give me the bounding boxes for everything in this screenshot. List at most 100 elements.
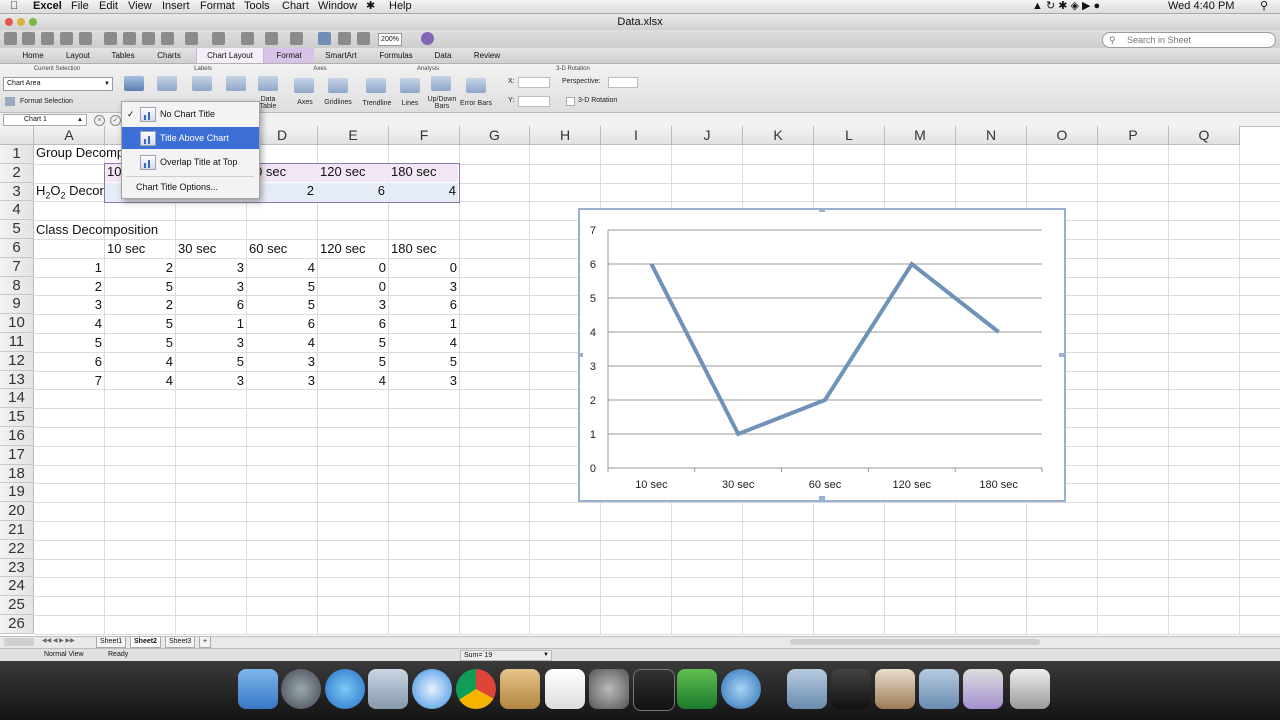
- table-cell[interactable]: 4: [105, 354, 173, 369]
- legend-button[interactable]: [192, 76, 212, 91]
- tab-review[interactable]: Review: [466, 48, 508, 63]
- script-menu-icon[interactable]: ✱: [366, 0, 375, 13]
- table-cell[interactable]: 1: [34, 260, 102, 275]
- row-header-16[interactable]: 16: [0, 427, 34, 446]
- launchpad-icon[interactable]: [281, 669, 321, 709]
- table-cell[interactable]: 4: [105, 373, 173, 388]
- zoom-icon[interactable]: [357, 32, 370, 45]
- sheet-tab-2[interactable]: Sheet2: [130, 637, 161, 648]
- chrome-icon[interactable]: [456, 669, 496, 709]
- column-header-n[interactable]: N: [956, 126, 1027, 145]
- header-cell-1[interactable]: 10 sec: [107, 241, 145, 256]
- column-header-m[interactable]: M: [885, 126, 956, 145]
- axes-label[interactable]: Axes: [294, 99, 316, 106]
- clock[interactable]: Wed 4:40 PM: [1168, 0, 1234, 13]
- media-icon[interactable]: [338, 32, 351, 45]
- menu-item-chart-title-options[interactable]: Chart Title Options...: [122, 177, 259, 197]
- table-cell[interactable]: 5: [105, 335, 173, 350]
- menu-item-no-chart-title[interactable]: ✓ No Chart Title: [122, 103, 259, 125]
- trendline-label[interactable]: Trendline: [360, 100, 394, 107]
- table-cell[interactable]: 0: [318, 279, 386, 294]
- data-labels-button[interactable]: [226, 76, 246, 91]
- table-cell[interactable]: 0: [318, 260, 386, 275]
- header-cell-4[interactable]: 120 sec: [320, 241, 366, 256]
- updown-bars-icon[interactable]: [431, 76, 451, 91]
- gallery-icon[interactable]: [22, 32, 35, 45]
- trash-icon[interactable]: [1010, 669, 1050, 709]
- new-icon[interactable]: [4, 32, 17, 45]
- menu-window[interactable]: Window: [318, 0, 357, 13]
- table-cell[interactable]: 6: [176, 297, 244, 312]
- table-cell[interactable]: 0: [389, 260, 457, 275]
- row-header-1[interactable]: 1: [0, 145, 34, 164]
- row-header-20[interactable]: 20: [0, 502, 34, 521]
- row-header-19[interactable]: 19: [0, 483, 34, 503]
- table-cell[interactable]: 5: [247, 297, 315, 312]
- calendar-icon[interactable]: [545, 669, 585, 709]
- table-cell[interactable]: 6: [34, 354, 102, 369]
- table-cell[interactable]: 3: [318, 297, 386, 312]
- column-header-f[interactable]: F: [389, 126, 460, 145]
- cancel-entry-icon[interactable]: ×: [94, 115, 105, 126]
- updown-bars-label[interactable]: Up/Down Bars: [425, 96, 459, 110]
- app-store-icon[interactable]: [325, 669, 365, 709]
- minimize-window-button[interactable]: [17, 18, 25, 26]
- row-header-18[interactable]: 18: [0, 464, 34, 484]
- column-header-l[interactable]: L: [814, 126, 885, 145]
- column-header-a[interactable]: A: [34, 126, 105, 145]
- table-cell[interactable]: 3: [176, 260, 244, 275]
- home-folder-icon[interactable]: [875, 669, 915, 709]
- tab-smartart[interactable]: SmartArt: [318, 48, 364, 63]
- column-header-p[interactable]: P: [1098, 126, 1169, 145]
- spotlight-icon[interactable]: ⚲: [1260, 0, 1268, 13]
- name-box[interactable]: Chart 1 ▲: [3, 114, 87, 126]
- cell-b2[interactable]: 10: [107, 164, 121, 179]
- menu-tools[interactable]: Tools: [244, 0, 270, 13]
- row-header-6[interactable]: 6: [0, 239, 34, 258]
- filter-icon[interactable]: [290, 32, 303, 45]
- error-bars-label[interactable]: Error Bars: [458, 100, 494, 107]
- search-sheet-input[interactable]: ⚲ Search in Sheet: [1102, 32, 1276, 48]
- rotation-x-input[interactable]: [518, 77, 550, 88]
- downloads-stack-icon[interactable]: [963, 669, 1003, 709]
- table-cell[interactable]: 3: [176, 335, 244, 350]
- gridlines-label[interactable]: Gridlines: [321, 99, 355, 106]
- paste-icon[interactable]: [142, 32, 155, 45]
- format-selection-icon[interactable]: [5, 97, 15, 106]
- tab-layout[interactable]: Layout: [60, 48, 96, 63]
- preview-icon[interactable]: [368, 669, 408, 709]
- zoom-window-button[interactable]: [29, 18, 37, 26]
- table-cell[interactable]: 5: [389, 354, 457, 369]
- contacts-icon[interactable]: [500, 669, 540, 709]
- view-mode[interactable]: Normal View: [44, 649, 84, 661]
- chart-title-button[interactable]: [124, 76, 144, 91]
- tab-chart-layout[interactable]: Chart Layout: [196, 48, 264, 63]
- quicktime-icon[interactable]: [721, 669, 761, 709]
- gridlines-icon[interactable]: [328, 78, 348, 93]
- table-cell[interactable]: 3: [247, 373, 315, 388]
- apple-menu-icon[interactable]: : [10, 0, 18, 13]
- menu-insert[interactable]: Insert: [162, 0, 190, 13]
- 3d-rotation-checkbox[interactable]: [566, 97, 575, 106]
- help-icon[interactable]: [421, 32, 434, 45]
- table-cell[interactable]: 5: [318, 354, 386, 369]
- select-all-corner[interactable]: [0, 126, 34, 145]
- row-header-5[interactable]: 5: [0, 220, 34, 239]
- table-cell[interactable]: 6: [247, 316, 315, 331]
- column-header-k[interactable]: K: [743, 126, 814, 145]
- cell-f2[interactable]: 180 sec: [391, 164, 437, 179]
- tab-charts[interactable]: Charts: [150, 48, 188, 63]
- print-icon[interactable]: [79, 32, 92, 45]
- rotation-y-input[interactable]: [518, 96, 550, 107]
- view-toggle-icons[interactable]: [4, 638, 34, 646]
- menu-item-overlap-title[interactable]: Overlap Title at Top: [122, 151, 259, 173]
- row-header-26[interactable]: 26: [0, 615, 34, 634]
- table-cell[interactable]: 3: [389, 373, 457, 388]
- column-header-o[interactable]: O: [1027, 126, 1098, 145]
- cell-a5[interactable]: Class Decomposition: [36, 222, 158, 237]
- cell-e3[interactable]: 6: [318, 183, 385, 198]
- line-chart[interactable]: 0 1 2 3 4 5 6 7 10 sec 30 sec 60 sec 120 sec 180 sec: [578, 208, 1066, 502]
- row-header-8[interactable]: 8: [0, 276, 34, 296]
- table-cell[interactable]: 2: [34, 279, 102, 294]
- column-header-i[interactable]: I: [601, 126, 672, 145]
